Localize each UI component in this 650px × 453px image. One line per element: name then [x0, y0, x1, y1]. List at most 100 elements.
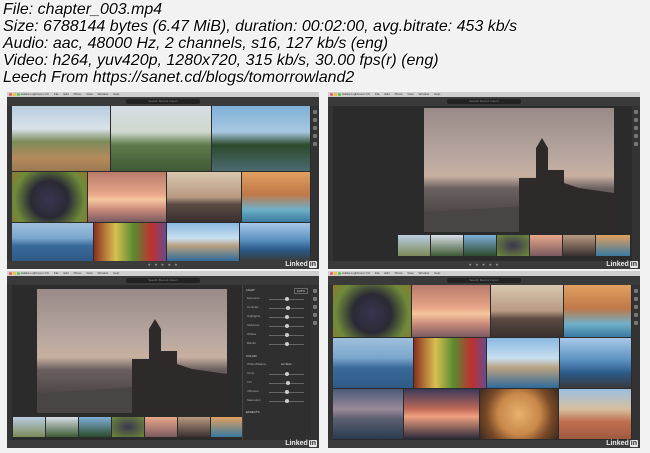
menu-view[interactable]: View — [407, 271, 413, 275]
slider-vibrance[interactable]: Vibrance — [247, 388, 307, 397]
slider-label: Exposure — [247, 296, 260, 300]
menu-help[interactable]: Help — [434, 271, 440, 275]
slider-knob[interactable] — [284, 372, 289, 376]
slider-whites[interactable]: Whites — [247, 331, 307, 340]
search-input[interactable]: Search Recent Import — [446, 278, 522, 283]
filmstrip-thumb[interactable] — [178, 417, 210, 437]
menu-photo[interactable]: Photo — [74, 271, 82, 275]
slider-knob[interactable] — [284, 390, 289, 394]
slider-knob[interactable] — [285, 333, 290, 337]
search-input[interactable]: Search Recent Import — [125, 99, 201, 104]
filmstrip-thumb[interactable] — [596, 235, 630, 256]
video-info-text: Video: h264, yuv420p, 1280x720, 315 kb/s… — [3, 52, 439, 69]
slider-knob[interactable] — [286, 381, 291, 385]
photo-beach-tile[interactable] — [487, 338, 559, 388]
filmstrip-thumb[interactable] — [13, 417, 45, 437]
filmstrip-thumb[interactable] — [431, 235, 463, 256]
menu-view[interactable]: View — [407, 92, 413, 96]
photo-cliffs-tile[interactable] — [111, 106, 211, 171]
menu-view[interactable]: View — [86, 271, 92, 275]
menu-window[interactable]: Window — [98, 271, 109, 275]
slider-knob[interactable] — [284, 315, 289, 319]
photo-pool-tile[interactable] — [564, 285, 631, 337]
slider-knob[interactable] — [284, 399, 289, 403]
search-input[interactable]: Search Recent Import — [446, 99, 522, 104]
menu-window[interactable]: Window — [98, 92, 109, 96]
filmstrip-thumb[interactable] — [464, 235, 496, 256]
slider-saturation[interactable]: Saturation — [247, 397, 307, 406]
menu-photo[interactable]: Photo — [395, 92, 403, 96]
photo-castle-tile[interactable] — [167, 172, 241, 222]
menu-edit[interactable]: Edit — [64, 92, 69, 96]
photo-castle-tile[interactable] — [491, 285, 563, 337]
slider-blacks[interactable]: Blacks — [247, 340, 307, 349]
photo-sea-tile[interactable] — [333, 338, 413, 388]
filmstrip-thumb[interactable] — [112, 417, 144, 437]
menu-file[interactable]: File — [375, 92, 380, 96]
photo-grapes-tile[interactable] — [333, 285, 411, 337]
photo-vegetables-tile[interactable] — [414, 338, 486, 388]
file-name-text: File: chapter_003.mp4 — [3, 1, 163, 18]
church-silhouette — [424, 138, 614, 232]
slider-knob[interactable] — [284, 342, 289, 346]
photo-church-loupe[interactable] — [424, 108, 614, 232]
menu-photo[interactable]: Photo — [74, 92, 82, 96]
slider-contrast[interactable]: Contrast — [247, 304, 307, 313]
file-size-text: Size: 6788144 bytes (6.47 MiB), duration… — [3, 18, 518, 35]
menu-photo[interactable]: Photo — [395, 271, 403, 275]
photo-rooftops-tile[interactable] — [559, 389, 631, 439]
rating-stars[interactable]: ★ ★ ★ ★ ★ — [468, 262, 499, 267]
toolbar: Search Recent Import — [328, 276, 640, 285]
photo-dusk-tile[interactable] — [404, 389, 479, 439]
slider-highlights[interactable]: Highlights — [247, 313, 307, 322]
filmstrip-thumb[interactable] — [563, 235, 595, 256]
slider-knob[interactable] — [284, 324, 289, 328]
menu-window[interactable]: Window — [419, 92, 430, 96]
photo-rocks-tile[interactable] — [240, 223, 310, 261]
photo-sea-tile[interactable] — [12, 223, 93, 261]
slider-shadows[interactable]: Shadows — [247, 322, 307, 331]
menu-help[interactable]: Help — [434, 92, 440, 96]
photo-sunset-tile[interactable] — [88, 172, 166, 222]
filmstrip-thumb[interactable] — [497, 235, 529, 256]
rating-stars[interactable]: ★ ★ ★ ★ ★ — [147, 262, 178, 267]
slider-temp[interactable]: Temp — [247, 370, 307, 379]
menu-edit[interactable]: Edit — [385, 271, 390, 275]
white-balance-value[interactable]: As Shot — [281, 362, 292, 366]
photo-grapes-tile[interactable] — [12, 172, 87, 222]
auto-button[interactable]: AUTO — [293, 288, 308, 294]
photo-vegetables-tile[interactable] — [94, 223, 166, 261]
filmstrip-thumb[interactable] — [79, 417, 111, 437]
slider-tint[interactable]: Tint — [247, 379, 307, 388]
search-input[interactable]: Search Recent Import — [125, 278, 201, 283]
menu-file[interactable]: File — [375, 271, 380, 275]
left-sidebar — [328, 106, 333, 269]
photo-village-tile[interactable] — [12, 106, 110, 171]
menu-help[interactable]: Help — [113, 271, 119, 275]
slider-knob[interactable] — [286, 306, 291, 310]
photo-rocks-tile[interactable] — [560, 338, 631, 388]
menu-window[interactable]: Window — [419, 271, 430, 275]
menu-edit[interactable]: Edit — [385, 92, 390, 96]
menu-help[interactable]: Help — [113, 92, 119, 96]
filmstrip-thumb[interactable] — [46, 417, 78, 437]
filmstrip-thumb[interactable] — [530, 235, 562, 256]
white-balance-row[interactable]: White Balance As Shot — [247, 361, 307, 370]
photo-sunset-tile[interactable] — [412, 285, 490, 337]
menu-file[interactable]: File — [54, 271, 59, 275]
linkedin-watermark: Linked in — [606, 440, 638, 447]
photo-coast-tile[interactable] — [212, 106, 310, 171]
photo-tower-tile[interactable] — [333, 389, 403, 439]
slider-exposure[interactable]: Exposure — [247, 295, 307, 304]
photo-pie-tile[interactable] — [480, 389, 558, 439]
filmstrip-thumb[interactable] — [145, 417, 177, 437]
menu-view[interactable]: View — [86, 92, 92, 96]
filmstrip-thumb[interactable] — [211, 417, 243, 437]
menu-edit[interactable]: Edit — [64, 271, 69, 275]
menu-file[interactable]: File — [54, 92, 59, 96]
photo-church-edit[interactable] — [37, 289, 227, 413]
slider-knob[interactable] — [284, 297, 289, 301]
photo-pool-tile[interactable] — [242, 172, 310, 222]
photo-beach-tile[interactable] — [167, 223, 239, 261]
filmstrip-thumb[interactable] — [398, 235, 430, 256]
